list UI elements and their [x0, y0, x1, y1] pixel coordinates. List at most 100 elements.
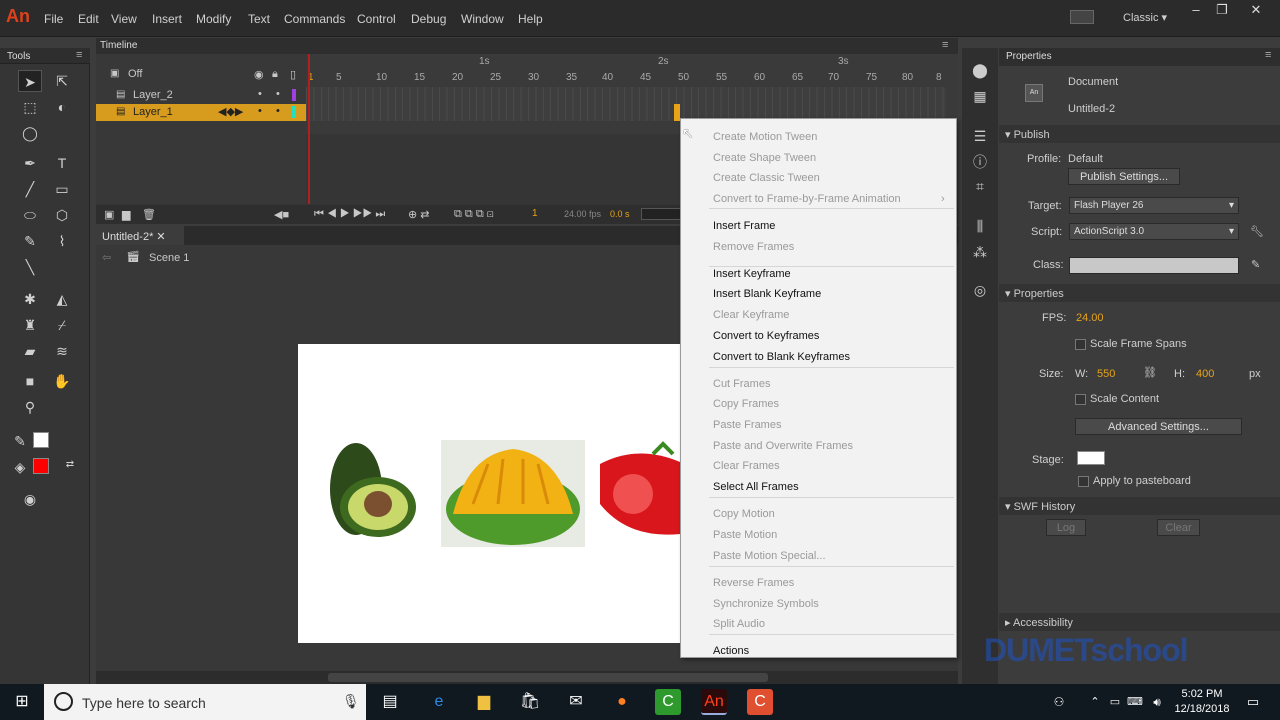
publish-settings-button[interactable]: Publish Settings... — [1068, 168, 1180, 185]
layer-row[interactable]: ▤ Layer_2 • • — [96, 87, 306, 104]
playhead[interactable] — [308, 54, 310, 204]
pen-tool-icon[interactable]: ✒ — [18, 152, 42, 174]
panel-menu-icon[interactable]: ≡ — [76, 49, 82, 61]
menu-debug[interactable]: Debug — [411, 12, 446, 26]
oval-tool-icon[interactable]: ⬭ — [18, 204, 42, 226]
subselection-tool-icon[interactable]: ⇱ — [50, 70, 74, 92]
menu-commands[interactable]: Commands — [284, 12, 345, 26]
back-icon[interactable]: ⇦ — [102, 251, 111, 264]
new-folder-icon[interactable]: ▆ — [122, 208, 130, 221]
fps-readout[interactable]: 24.00 fps — [564, 209, 601, 219]
script-select[interactable]: ActionScript 3.0 ▾ — [1069, 223, 1239, 240]
onion-icon[interactable]: ▣ — [110, 68, 119, 79]
minimize-icon[interactable]: – — [1186, 2, 1206, 18]
current-frame[interactable]: 1 — [532, 208, 538, 219]
stroke-color-icon[interactable]: ✎ — [8, 430, 32, 452]
eyedropper-icon[interactable]: ⌿ — [50, 314, 74, 336]
taskbar-search[interactable]: Type here to search 🎙︎ — [44, 684, 366, 720]
menu-edit[interactable]: Edit — [78, 12, 99, 26]
menu-item-insert-keyframe[interactable]: Insert Keyframe — [713, 268, 791, 280]
width-tool-icon[interactable]: ≋ — [50, 340, 74, 362]
time-readout[interactable]: 0.0 s — [610, 209, 630, 219]
stroke-color-swatch[interactable] — [33, 432, 49, 448]
layer-header[interactable]: ▣ Off ◉ 🔒︎ ▯ — [96, 66, 306, 83]
target-select[interactable]: Flash Player 26 ▾ — [1069, 197, 1239, 214]
width-value[interactable]: 550 — [1097, 368, 1115, 380]
selection-tool-icon[interactable]: ➤ — [18, 70, 42, 92]
scene-name[interactable]: Scene 1 — [149, 252, 189, 264]
close-icon[interactable]: ✕ — [1246, 2, 1266, 18]
edge-icon[interactable]: e — [426, 689, 452, 715]
paint-brush-icon[interactable]: ╲ — [18, 256, 42, 278]
new-layer-icon[interactable]: ▣ — [104, 208, 114, 221]
workspace-switcher[interactable]: Classic ▾ — [1123, 11, 1167, 24]
lasso-icon[interactable]: ◯ — [18, 122, 42, 144]
camera-icon[interactable]: ◀■ — [274, 208, 289, 221]
free-transform-icon[interactable]: ⬚ — [18, 96, 42, 118]
library-icon[interactable]: ⫼ — [970, 218, 990, 238]
align-icon[interactable]: ☰ — [970, 128, 990, 148]
windows-start-icon[interactable]: ⊞ — [9, 689, 35, 715]
frame-strip[interactable] — [306, 87, 946, 104]
fill-color-icon[interactable]: ◈ — [8, 456, 32, 478]
menu-item-select-all-frames[interactable]: Select All Frames — [713, 481, 799, 493]
properties-section[interactable]: ▾ Properties — [999, 284, 1280, 302]
3d-rotation-icon[interactable]: ◐ — [50, 96, 74, 118]
loop-icon[interactable]: ⊕ ⇄ — [408, 208, 430, 221]
delete-icon[interactable]: 🗑︎ — [142, 208, 156, 221]
stage[interactable] — [298, 344, 680, 643]
menu-file[interactable]: File — [44, 12, 63, 26]
outline-icon[interactable]: ▯ — [290, 68, 296, 81]
menu-text[interactable]: Text — [248, 12, 270, 26]
restore-icon[interactable]: ❐ — [1212, 2, 1232, 18]
task-view-icon[interactable]: ▤ — [377, 689, 403, 715]
color-icon[interactable]: ⬤ — [970, 62, 990, 82]
lock-icon[interactable]: 🔒︎ — [272, 68, 278, 81]
height-value[interactable]: 400 — [1196, 368, 1214, 380]
file-explorer-icon[interactable]: ▆ — [471, 689, 497, 715]
link-icon[interactable]: ⛓︎ — [1143, 366, 1157, 379]
menu-item-convert-to-keyframes[interactable]: Convert to Keyframes — [713, 330, 819, 342]
scale-content-checkbox[interactable] — [1075, 394, 1086, 405]
panel-menu-icon[interactable]: ≡ — [1265, 49, 1271, 61]
menu-item-actions[interactable]: Actions — [713, 645, 749, 657]
publish-section[interactable]: ▾ Publish — [999, 125, 1280, 143]
mail-icon[interactable]: ✉ — [563, 689, 589, 715]
people-icon[interactable]: ⚇ — [1046, 689, 1072, 715]
onion-skin-icon[interactable]: ⧉ ⧉ ⧉ ⊡ — [454, 208, 494, 221]
horizontal-scrollbar[interactable] — [96, 671, 958, 684]
store-icon[interactable]: 🛍︎ — [517, 689, 543, 715]
line-tool-icon[interactable]: ╱ — [18, 178, 42, 200]
accessibility-section[interactable]: ▸ Accessibility — [999, 613, 1280, 631]
hand-tool-icon[interactable]: ✋ — [50, 370, 74, 392]
zoom-tool-icon[interactable]: ⚲ — [18, 396, 42, 418]
wrench-icon[interactable]: 🔧︎ — [1250, 225, 1264, 238]
stage-color-swatch[interactable] — [1077, 451, 1105, 465]
log-button[interactable]: Log — [1046, 519, 1086, 536]
sync-icon[interactable] — [1070, 10, 1094, 24]
clear-button[interactable]: Clear — [1157, 519, 1200, 536]
zoom-slider[interactable] — [641, 208, 681, 220]
menu-view[interactable]: View — [111, 12, 137, 26]
brush-tool-icon[interactable]: ⌇ — [50, 230, 74, 252]
swatches-icon[interactable]: ▦ — [970, 88, 990, 108]
class-field[interactable] — [1069, 257, 1239, 274]
edit-class-icon[interactable]: ✎ — [1251, 258, 1260, 271]
swf-history-section[interactable]: ▾ SWF History — [999, 497, 1280, 515]
menu-help[interactable]: Help — [518, 12, 543, 26]
menu-window[interactable]: Window — [461, 12, 504, 26]
rectangle-tool-icon[interactable]: ▭ — [50, 178, 74, 200]
playback-controls[interactable]: ⏮ ◀ ▶ ▶▶ ⏭ — [314, 208, 385, 221]
volume-icon[interactable]: 🔊︎ — [1144, 689, 1170, 715]
apply-pasteboard-checkbox[interactable] — [1078, 476, 1089, 487]
camtasia-icon[interactable]: C — [655, 689, 681, 715]
cc-libraries-icon[interactable]: ◎ — [970, 282, 990, 302]
layer-row-selected[interactable]: ▤ Layer_1 ◀◆▶ • • — [96, 104, 306, 121]
recorder-icon[interactable]: C — [747, 689, 773, 715]
transform-icon[interactable]: ⌗ — [970, 178, 990, 198]
close-tab-icon[interactable]: ✕ — [156, 231, 165, 243]
keyframe-nav-icon[interactable]: ◀◆▶ — [218, 105, 243, 118]
notifications-icon[interactable]: ▭ — [1240, 689, 1266, 715]
menu-modify[interactable]: Modify — [196, 12, 231, 26]
document-tab[interactable]: Untitled-2* ✕ — [96, 226, 184, 245]
